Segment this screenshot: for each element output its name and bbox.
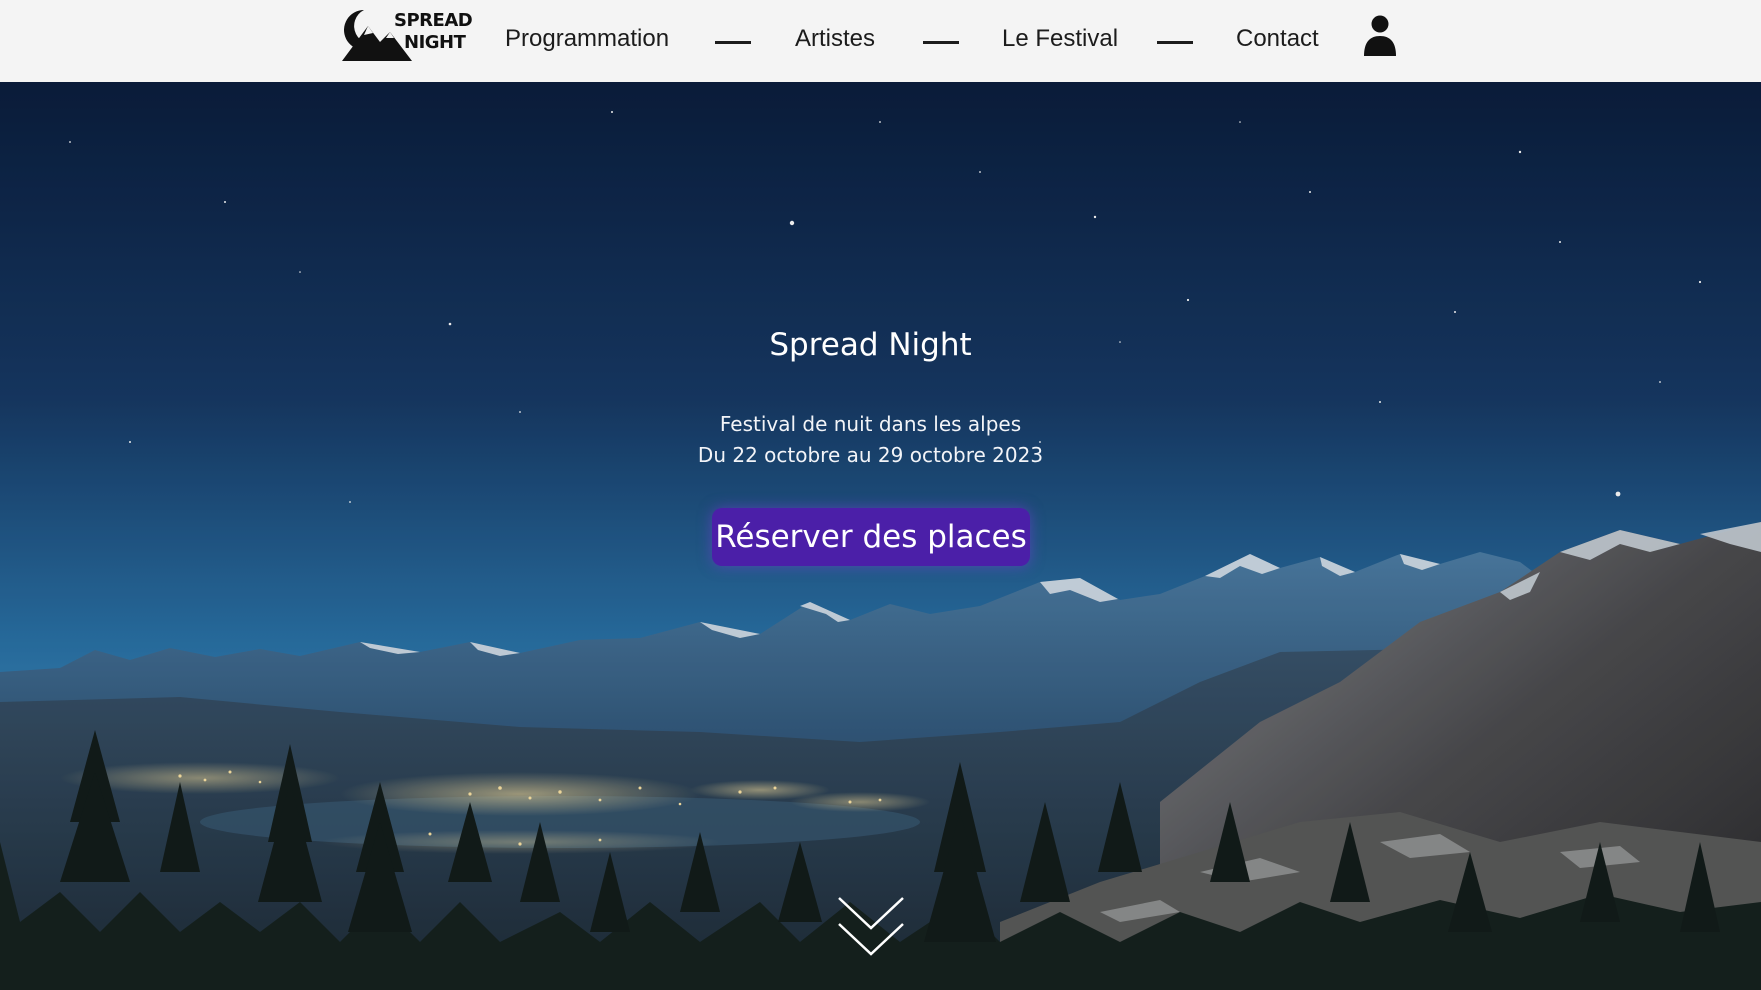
nav-contact[interactable]: Contact <box>1236 25 1319 53</box>
nav-artistes[interactable]: Artistes <box>795 25 875 53</box>
nav-separator <box>715 41 751 44</box>
nav-programmation[interactable]: Programmation <box>505 25 669 53</box>
reserve-tickets-button[interactable]: Réserver des places <box>712 508 1030 566</box>
site-header: SPREAD NIGHT Programmation Artistes Le F… <box>0 0 1761 82</box>
hero-dates: Du 22 octobre au 29 octobre 2023 <box>697 443 1044 467</box>
logo-text-bottom: NIGHT <box>404 32 466 53</box>
hero-subtitle: Festival de nuit dans les alpes <box>719 412 1022 436</box>
nav-separator <box>1157 41 1193 44</box>
double-chevron-down-icon[interactable] <box>836 894 906 958</box>
hero-section: Spread Night Festival de nuit dans les a… <box>0 82 1761 990</box>
logo-text-top: SPREAD <box>394 10 473 31</box>
hero-title: Spread Night <box>769 327 972 363</box>
spread-night-logo[interactable]: SPREAD NIGHT <box>342 8 473 64</box>
nav-le-festival[interactable]: Le Festival <box>1002 25 1118 53</box>
user-icon[interactable] <box>1362 15 1398 57</box>
nav-separator <box>923 41 959 44</box>
